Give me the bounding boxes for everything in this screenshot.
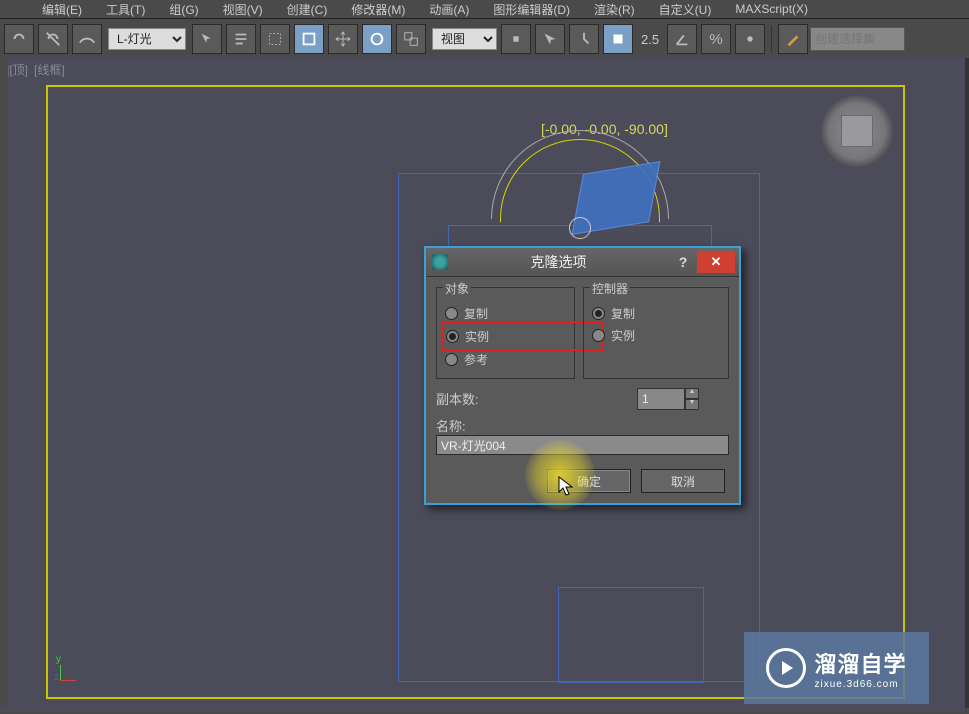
close-icon: ✕ [711, 254, 722, 270]
ref-coord-dropdown[interactable]: 视图 [432, 28, 497, 50]
object-instance-highlight: 实例 [442, 321, 604, 351]
copies-spin-down[interactable]: ▼ [685, 399, 699, 410]
keyboard-shortcut-icon[interactable] [569, 24, 599, 54]
copies-spin-up[interactable]: ▲ [685, 388, 699, 399]
menu-edit[interactable]: 编辑(E) [30, 0, 94, 20]
spinner-snap-icon[interactable] [735, 24, 765, 54]
menu-bar: 编辑(E) 工具(T) 组(G) 视图(V) 创建(C) 修改器(M) 动画(A… [0, 0, 969, 19]
copies-label: 副本数: [436, 389, 536, 408]
move-icon[interactable] [328, 24, 358, 54]
menu-tools[interactable]: 工具(T) [94, 0, 157, 20]
close-button[interactable]: ✕ [697, 251, 735, 273]
menu-customize[interactable]: 自定义(U) [647, 0, 724, 20]
menu-maxscript[interactable]: MAXScript(X) [723, 0, 820, 18]
menu-group[interactable]: 组(G) [157, 0, 210, 20]
window-crossing-icon[interactable] [294, 24, 324, 54]
percent-snap-icon[interactable]: % [701, 24, 731, 54]
right-gutter [965, 58, 969, 708]
controller-group-legend: 控制器 [590, 280, 630, 297]
select-region-icon[interactable] [260, 24, 290, 54]
copies-input[interactable] [637, 388, 685, 410]
controller-group: 控制器 复制 实例 [583, 287, 729, 379]
axis-y-label: y [56, 654, 61, 665]
main-toolbar: L-灯光 视图 2.5 % [0, 19, 969, 60]
select-manipulate-icon[interactable] [535, 24, 565, 54]
dialog-title: 克隆选项 [448, 252, 669, 272]
menu-create[interactable]: 创建(C) [275, 0, 340, 20]
selection-filter-dropdown[interactable]: L-灯光 [108, 28, 186, 50]
snap-toggle-icon[interactable] [603, 24, 633, 54]
left-gutter [0, 58, 8, 708]
controller-copy-label: 复制 [611, 305, 635, 322]
menu-animation[interactable]: 动画(A) [417, 0, 481, 20]
object-copy-label: 复制 [464, 305, 488, 322]
watermark-sub: zixue.3d66.com [814, 679, 906, 690]
dialog-titlebar[interactable]: 克隆选项 ? ✕ [426, 248, 739, 277]
controller-instance-radio[interactable] [592, 329, 605, 342]
watermark-title: 溜溜自学 [814, 647, 906, 679]
menu-rendering[interactable]: 渲染(R) [582, 0, 647, 20]
watermark: 溜溜自学 zixue.3d66.com [744, 632, 929, 704]
cancel-button[interactable]: 取消 [641, 469, 725, 493]
link-icon[interactable] [4, 24, 34, 54]
controller-instance-label: 实例 [611, 327, 635, 344]
clone-options-dialog: 克隆选项 ? ✕ 对象 复制 实例 参考 [424, 246, 741, 505]
object-instance-label: 实例 [465, 328, 489, 345]
viewcube[interactable] [821, 95, 893, 167]
select-by-name-icon[interactable] [226, 24, 256, 54]
copies-spinner[interactable]: ▲ ▼ [637, 388, 699, 410]
object-copy-radio[interactable] [445, 307, 458, 320]
play-icon [766, 648, 806, 688]
object-reference-label: 参考 [464, 351, 488, 368]
select-object-icon[interactable] [192, 24, 222, 54]
viewport-tabs: -][顶] [线框] [0, 58, 965, 80]
divider [771, 26, 772, 52]
pivot-icon[interactable] [501, 24, 531, 54]
rotate-gizmo-center[interactable] [569, 217, 591, 239]
controller-copy-radio[interactable] [592, 307, 605, 320]
object-instance-radio[interactable] [446, 330, 459, 343]
menu-grapheditors[interactable]: 图形编辑器(D) [481, 0, 582, 20]
name-label: 名称: [436, 416, 466, 435]
object-group: 对象 复制 实例 参考 [436, 287, 575, 379]
ok-button[interactable]: 确定 [547, 469, 631, 493]
app-icon [432, 254, 448, 270]
menu-modifiers[interactable]: 修改器(M) [339, 0, 417, 20]
object-group-legend: 对象 [443, 280, 471, 297]
wireframe-part-bottom [558, 587, 704, 683]
viewport-tab-wireframe[interactable]: [线框] [34, 61, 65, 78]
angle-snap-icon[interactable] [667, 24, 697, 54]
rotate-icon[interactable] [362, 24, 392, 54]
axis-z-label: z [54, 672, 59, 683]
edit-named-sel-icon[interactable] [778, 24, 808, 54]
bind-icon[interactable] [72, 24, 102, 54]
menu-views[interactable]: 视图(V) [211, 0, 275, 20]
object-reference-radio[interactable] [445, 353, 458, 366]
viewcube-face[interactable] [841, 115, 873, 147]
help-button[interactable]: ? [669, 254, 697, 270]
name-input[interactable] [436, 435, 729, 455]
scale-icon[interactable] [396, 24, 426, 54]
named-selection-input[interactable] [810, 27, 905, 51]
spinner-value: 2.5 [635, 32, 665, 47]
unlink-icon[interactable] [38, 24, 68, 54]
axis-tripod: y z [56, 655, 86, 685]
